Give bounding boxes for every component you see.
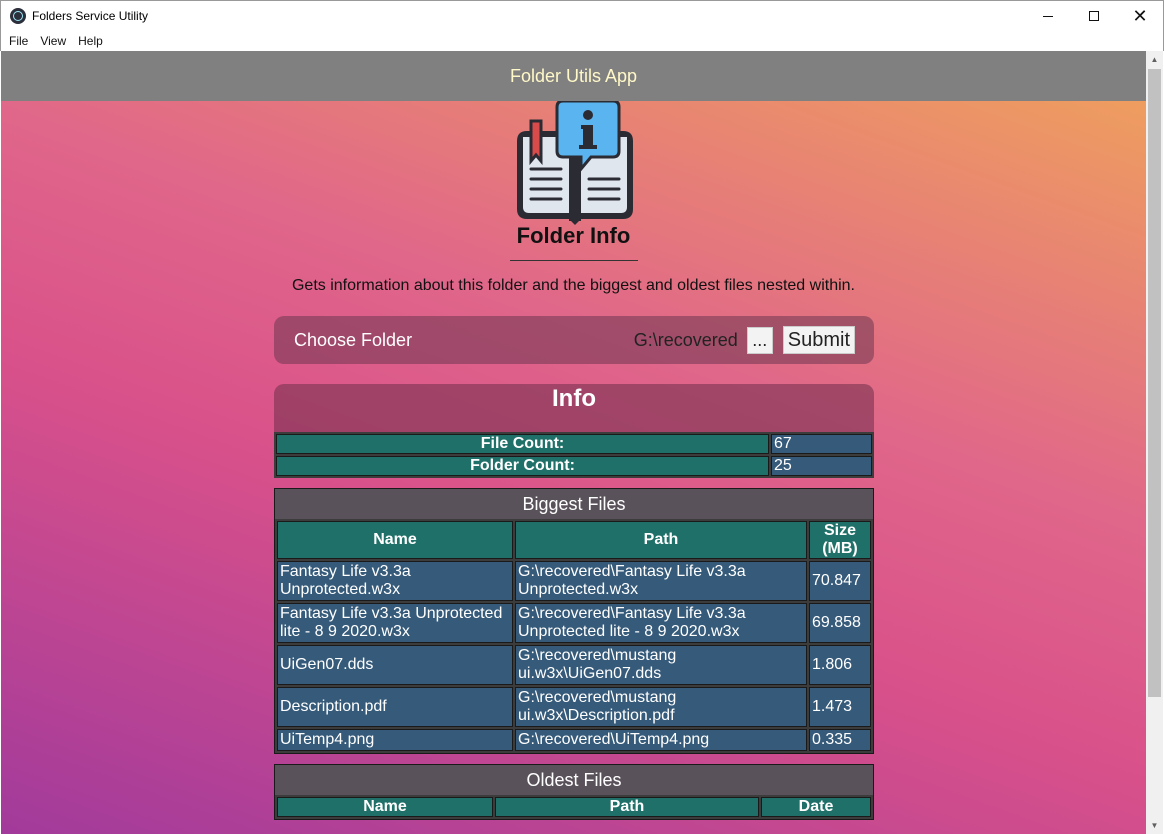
- file-path-cell: G:\recovered\Fantasy Life v3.3a Unprotec…: [515, 603, 807, 643]
- menu-file[interactable]: File: [3, 34, 34, 48]
- file-name-cell: Fantasy Life v3.3a Unprotected lite - 8 …: [277, 603, 513, 643]
- column-header-name: Name: [277, 797, 493, 817]
- column-header-name: Name: [277, 521, 513, 559]
- oldest-files-title: Oldest Files: [526, 770, 622, 790]
- table-row: Description.pdf G:\recovered\mustang ui.…: [277, 687, 871, 727]
- file-name-cell: UiGen07.dds: [277, 645, 513, 685]
- scroll-down-arrow-icon[interactable]: ▼: [1146, 817, 1163, 834]
- selected-folder-path: G:\recovered: [633, 329, 738, 350]
- window-title: Folders Service Utility: [32, 9, 149, 23]
- file-size-cell: 69.858: [809, 603, 871, 643]
- biggest-files-table: Name Path Size (MB) Fantasy Life v3.3a U…: [275, 519, 873, 753]
- file-name-cell: UiTemp4.png: [277, 729, 513, 751]
- info-table: File Count: 67 Folder Count: 25: [274, 432, 874, 478]
- maximize-button[interactable]: [1071, 1, 1117, 31]
- oldest-files-table: Name Path Date: [275, 795, 873, 819]
- menu-bar: File View Help: [0, 31, 1164, 51]
- column-header-path: Path: [495, 797, 759, 817]
- folder-count-value: 25: [771, 456, 872, 476]
- scroll-up-arrow-icon[interactable]: ▲: [1146, 51, 1163, 68]
- book-info-icon: [517, 101, 633, 225]
- app-header: Folder Utils App: [1, 51, 1146, 101]
- close-icon: ✕: [1132, 5, 1148, 27]
- title-bar: Folders Service Utility ✕: [0, 0, 1164, 31]
- minimize-icon: [1043, 15, 1053, 17]
- submit-button[interactable]: Submit: [782, 326, 855, 354]
- choose-folder-label: Choose Folder: [294, 329, 413, 350]
- file-name-cell: Fantasy Life v3.3a Unprotected.w3x: [277, 561, 513, 601]
- column-header-size: Size (MB): [809, 521, 871, 559]
- info-title: Info: [274, 384, 874, 432]
- page-description: Gets information about this folder and t…: [291, 277, 855, 294]
- browse-button[interactable]: ...: [746, 326, 773, 354]
- file-path-cell: G:\recovered\mustang ui.w3x\UiGen07.dds: [515, 645, 807, 685]
- table-row: Folder Count: 25: [276, 456, 872, 476]
- file-path-cell: G:\recovered\Fantasy Life v3.3a Unprotec…: [515, 561, 807, 601]
- title-divider: [510, 260, 638, 261]
- file-size-cell: 1.473: [809, 687, 871, 727]
- table-row: Fantasy Life v3.3a Unprotected lite - 8 …: [277, 603, 871, 643]
- menu-help[interactable]: Help: [72, 34, 109, 48]
- file-path-cell: G:\recovered\UiTemp4.png: [515, 729, 807, 751]
- app-title: Folder Utils App: [509, 65, 638, 86]
- content-viewport: Folder Utils App Folder Info Gets inform…: [1, 51, 1146, 834]
- column-header-path: Path: [515, 521, 807, 559]
- file-size-cell: 1.806: [809, 645, 871, 685]
- table-row: Fantasy Life v3.3a Unprotected.w3x G:\re…: [277, 561, 871, 601]
- maximize-icon: [1089, 11, 1099, 21]
- table-row: UiGen07.dds G:\recovered\mustang ui.w3x\…: [277, 645, 871, 685]
- oldest-files-section: Oldest Files Name Path Date: [274, 764, 874, 820]
- table-row: File Count: 67: [276, 434, 872, 454]
- page-title: Folder Info: [516, 223, 631, 248]
- close-button[interactable]: ✕: [1117, 1, 1163, 31]
- menu-view[interactable]: View: [34, 34, 72, 48]
- info-panel: Info File Count: 67 Folder Count: 25 Big…: [274, 384, 874, 820]
- file-count-value: 67: [771, 434, 872, 454]
- file-path-cell: G:\recovered\mustang ui.w3x\Description.…: [515, 687, 807, 727]
- file-count-label: File Count:: [276, 434, 769, 454]
- file-size-cell: 70.847: [809, 561, 871, 601]
- file-name-cell: Description.pdf: [277, 687, 513, 727]
- table-row: UiTemp4.png G:\recovered\UiTemp4.png 0.3…: [277, 729, 871, 751]
- vertical-scrollbar[interactable]: ▲ ▼: [1146, 51, 1163, 834]
- table-header-row: Name Path Date: [277, 797, 871, 817]
- biggest-files-title: Biggest Files: [522, 494, 626, 514]
- file-size-cell: 0.335: [809, 729, 871, 751]
- scrollbar-thumb[interactable]: [1148, 69, 1161, 697]
- minimize-button[interactable]: [1025, 1, 1071, 31]
- biggest-files-section: Biggest Files Name Path Size (MB) Fantas…: [274, 488, 874, 754]
- electron-app-icon: [10, 8, 26, 24]
- column-header-date: Date: [761, 797, 871, 817]
- folder-count-label: Folder Count:: [276, 456, 769, 476]
- folder-chooser: Choose Folder G:\recovered ... Submit: [274, 316, 874, 364]
- window-controls: ✕: [1025, 1, 1163, 31]
- table-header-row: Name Path Size (MB): [277, 521, 871, 559]
